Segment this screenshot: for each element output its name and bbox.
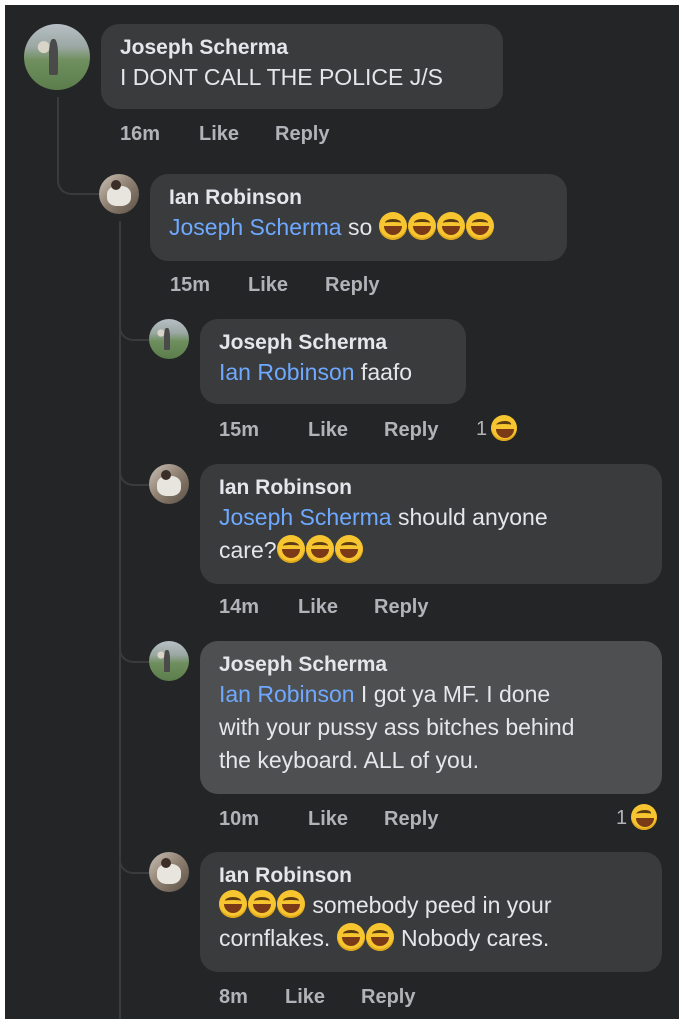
reply-button[interactable]: Reply <box>384 418 438 442</box>
comment-bubble[interactable]: Joseph Scherma I DONT CALL THE POLICE J/… <box>101 24 503 109</box>
laughing-squint-emoji <box>491 415 518 441</box>
thread-line <box>119 221 121 1019</box>
comment-thread: Joseph Scherma I DONT CALL THE POLICE J/… <box>5 5 679 1019</box>
comment-time[interactable]: 8m <box>219 985 248 1009</box>
comment-time[interactable]: 14m <box>219 595 259 619</box>
tears-of-joy-emoji <box>365 923 394 951</box>
like-button[interactable]: Like <box>248 273 288 297</box>
tears-of-joy-emoji <box>305 535 334 563</box>
thread-connector <box>119 637 149 663</box>
tears-of-joy-emoji <box>407 212 436 240</box>
comment-bubble[interactable]: Ian Robinson Joseph Scherma so <box>150 174 567 261</box>
reply-button[interactable]: Reply <box>325 273 379 297</box>
avatar[interactable] <box>149 641 189 681</box>
comment-bubble[interactable]: Ian Robinson Joseph Scherma should anyon… <box>200 464 662 584</box>
comment-bubble[interactable]: Joseph Scherma Ian Robinson faafo <box>200 319 466 404</box>
tears-of-joy-emoji <box>334 535 363 563</box>
avatar[interactable] <box>149 852 189 892</box>
avatar[interactable] <box>149 319 189 359</box>
like-button[interactable]: Like <box>298 595 338 619</box>
comment-time[interactable]: 10m <box>219 807 259 831</box>
comment-text: Ian Robinson I got ya MF. I done with you… <box>219 681 575 773</box>
reply-button[interactable]: Reply <box>374 595 428 619</box>
comment-text: Joseph Scherma so <box>169 211 549 244</box>
like-button[interactable]: Like <box>199 122 239 146</box>
reply-button[interactable]: Reply <box>361 985 415 1009</box>
comment-author[interactable]: Joseph Scherma <box>219 652 644 678</box>
tears-of-joy-emoji <box>248 890 276 918</box>
avatar[interactable] <box>24 24 90 90</box>
comment-bubble[interactable]: Ian Robinson somebody peed in your cornfl… <box>200 852 662 972</box>
comment-time[interactable]: 16m <box>120 122 160 146</box>
reply-button[interactable]: Reply <box>275 122 329 146</box>
mention-link[interactable]: Ian Robinson <box>219 681 355 707</box>
mention-link[interactable]: Ian Robinson <box>219 359 355 385</box>
laughing-squint-emoji <box>631 804 658 830</box>
tears-of-joy-emoji <box>336 923 365 951</box>
tears-of-joy-emoji <box>276 535 305 563</box>
reaction-summary[interactable]: 1 <box>476 415 518 442</box>
like-button[interactable]: Like <box>308 418 348 442</box>
like-button[interactable]: Like <box>308 807 348 831</box>
avatar[interactable] <box>149 464 189 504</box>
reaction-summary[interactable]: 1 <box>616 804 658 831</box>
avatar[interactable] <box>99 174 139 214</box>
comment-author[interactable]: Ian Robinson <box>169 185 549 211</box>
like-button[interactable]: Like <box>285 985 325 1009</box>
comment-author[interactable]: Joseph Scherma <box>120 35 485 61</box>
tears-of-joy-emoji <box>436 212 465 240</box>
tears-of-joy-emoji <box>378 212 407 240</box>
comment-text: Joseph Scherma should anyone care? <box>219 504 548 563</box>
thread-connector <box>57 165 101 195</box>
thread-connector <box>119 848 149 874</box>
comment-text: I DONT CALL THE POLICE J/S <box>120 64 443 90</box>
comment-time[interactable]: 15m <box>219 418 259 442</box>
tears-of-joy-emoji <box>219 890 247 918</box>
tears-of-joy-emoji <box>465 212 494 240</box>
comment-text: Ian Robinson faafo <box>219 359 413 385</box>
reaction-count: 1 <box>616 807 628 829</box>
comment-author[interactable]: Joseph Scherma <box>219 330 448 356</box>
mention-link[interactable]: Joseph Scherma <box>169 214 342 240</box>
thread-connector <box>119 460 149 486</box>
comment-time[interactable]: 15m <box>170 273 210 297</box>
tears-of-joy-emoji <box>277 890 305 918</box>
thread-connector <box>119 315 149 341</box>
comment-author[interactable]: Ian Robinson <box>219 863 644 889</box>
comment-bubble[interactable]: Joseph Scherma Ian Robinson I got ya MF.… <box>200 641 662 794</box>
reaction-count: 1 <box>476 418 488 440</box>
comment-text: somebody peed in your cornflakes. Nobody … <box>219 890 552 951</box>
comment-author[interactable]: Ian Robinson <box>219 475 644 501</box>
mention-link[interactable]: Joseph Scherma <box>219 504 392 530</box>
reply-button[interactable]: Reply <box>384 807 438 831</box>
